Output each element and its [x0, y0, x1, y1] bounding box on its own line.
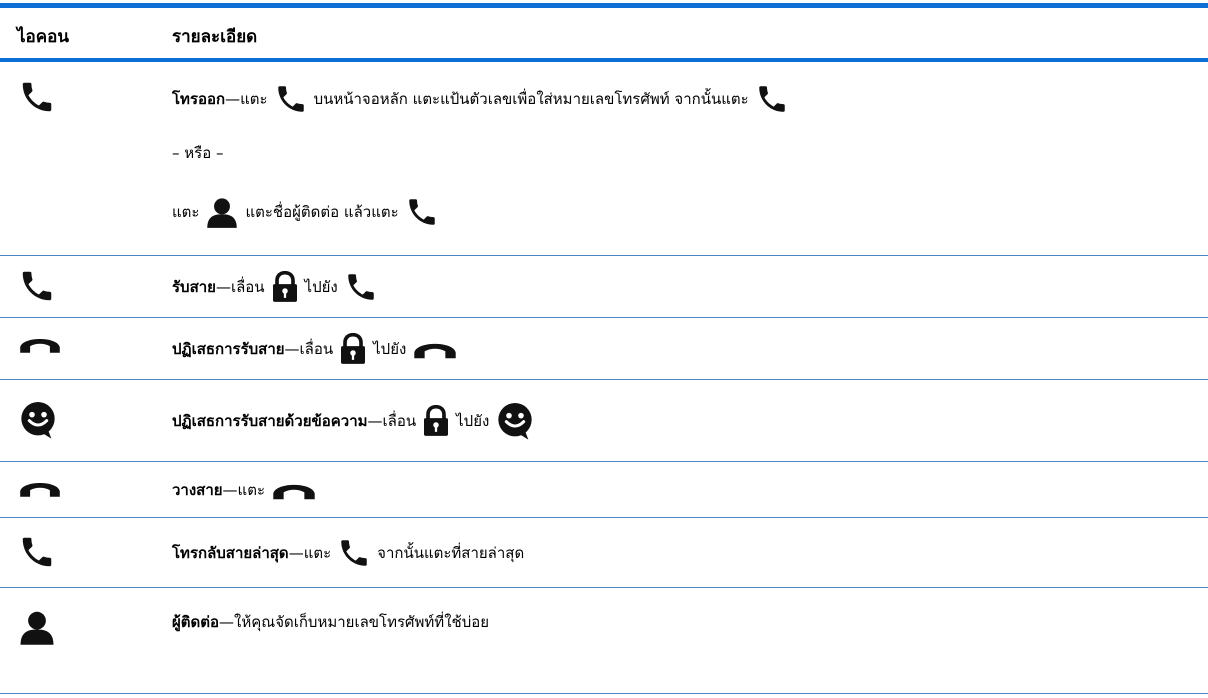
contact-icon — [205, 195, 239, 229]
row-text-segment: —แตะ — [225, 90, 268, 108]
row-description: ผู้ติดต่อ —ให้คุณจัดเก็บหมายเลขโทรศัพท์ท… — [172, 604, 489, 640]
row-title: ผู้ติดต่อ — [172, 613, 220, 631]
row-text-segment: ไปยัง — [456, 412, 490, 430]
row-title: รับสาย — [172, 278, 216, 296]
row-title: โทรออก — [172, 90, 226, 108]
table-header: ไอคอน รายละเอียด — [0, 8, 1208, 60]
lock-icon — [271, 271, 299, 303]
table-row-recent-call: โทรกลับสายล่าสุด —แตะ จากนั้นแตะที่สายล่… — [0, 518, 1208, 588]
table-row-hang-up: วางสาย —แตะ — [0, 462, 1208, 518]
row-title: ปฏิเสธการรับสาย — [172, 340, 285, 358]
row-text-segment: —ให้คุณจัดเก็บหมายเลขโทรศัพท์ที่ใช้บ่อย — [219, 613, 490, 631]
row-description: รับสาย —เลื่อน ไปยัง — [172, 267, 378, 307]
calls-table: ไอคอน รายละเอียด โทรออก —แตะ บนหน้าจอหลั… — [0, 0, 1208, 698]
or-separator-text: – หรือ – — [172, 144, 224, 162]
row-divider — [0, 693, 1208, 694]
row-text-segment: ไปยัง — [373, 340, 407, 358]
row-text-segment: บนหน้าจอหลัก แตะแป้นตัวเลขเพื่อใส่หมายเล… — [313, 90, 749, 108]
row-text-segment: —แตะ — [288, 544, 332, 562]
phone-icon — [274, 82, 308, 116]
phone-icon — [18, 267, 68, 307]
lock-icon — [422, 405, 450, 437]
phone-icon — [755, 82, 789, 116]
phone-icon — [18, 533, 68, 573]
row-text-segment: —แตะ — [222, 481, 266, 499]
table-row-contacts: ผู้ติดต่อ —ให้คุณจัดเก็บหมายเลขโทรศัพท์ท… — [0, 588, 1208, 694]
header-description-column: รายละเอียด — [172, 27, 258, 47]
row-description: ปฏิเสธการรับสายด้วยข้อความ —เลื่อน ไปยัง — [172, 401, 535, 441]
row-text-segment: —เลื่อน — [284, 340, 334, 358]
phone-icon — [405, 195, 439, 229]
hang-up-icon — [271, 478, 317, 502]
phone-icon — [344, 270, 378, 304]
row-description-line-1: โทรออก —แตะ บนหน้าจอหลัก แตะแป้นตัวเลขเพ… — [172, 79, 789, 119]
hang-up-icon — [412, 337, 458, 361]
table-row-make-call: โทรออก —แตะ บนหน้าจอหลัก แตะแป้นตัวเลขเพ… — [0, 62, 1208, 256]
hang-up-icon — [18, 476, 68, 516]
lock-icon — [339, 333, 367, 365]
table-row-answer: รับสาย —เลื่อน ไปยัง — [0, 256, 1208, 318]
row-text-segment: จากนั้นแตะที่สายล่าสุด — [377, 544, 525, 562]
row-description: ปฏิเสธการรับสาย —เลื่อน ไปยัง — [172, 329, 458, 369]
table-row-decline: ปฏิเสธการรับสาย —เลื่อน ไปยัง — [0, 318, 1208, 380]
row-title: ปฏิเสธการรับสายด้วยข้อความ — [172, 412, 368, 430]
message-icon — [18, 400, 68, 440]
row-text-segment: แตะ — [172, 203, 200, 221]
row-description-or: – หรือ – — [172, 138, 224, 168]
row-text-segment: ไปยัง — [304, 278, 338, 296]
contact-icon — [18, 608, 68, 648]
row-description: โทรกลับสายล่าสุด —แตะ จากนั้นแตะที่สายล่… — [172, 533, 524, 573]
row-text-segment: —เลื่อน — [367, 412, 417, 430]
row-title: วางสาย — [172, 481, 223, 499]
hang-up-icon — [18, 332, 68, 372]
phone-icon — [18, 78, 68, 118]
row-text-segment: —เลื่อน — [215, 278, 265, 296]
row-description: วางสาย —แตะ — [172, 470, 317, 510]
message-icon — [495, 401, 535, 441]
row-text-segment: แตะชื่อผู้ติดต่อ แล้วแตะ — [245, 203, 399, 221]
phone-icon — [337, 536, 371, 570]
row-title: โทรกลับสายล่าสุด — [172, 544, 289, 562]
header-icon-column: ไอคอน — [17, 27, 69, 47]
row-description-line-3: แตะ แตะชื่อผู้ติดต่อ แล้วแตะ — [172, 192, 439, 232]
table-row-decline-with-message: ปฏิเสธการรับสายด้วยข้อความ —เลื่อน ไปยัง — [0, 380, 1208, 462]
